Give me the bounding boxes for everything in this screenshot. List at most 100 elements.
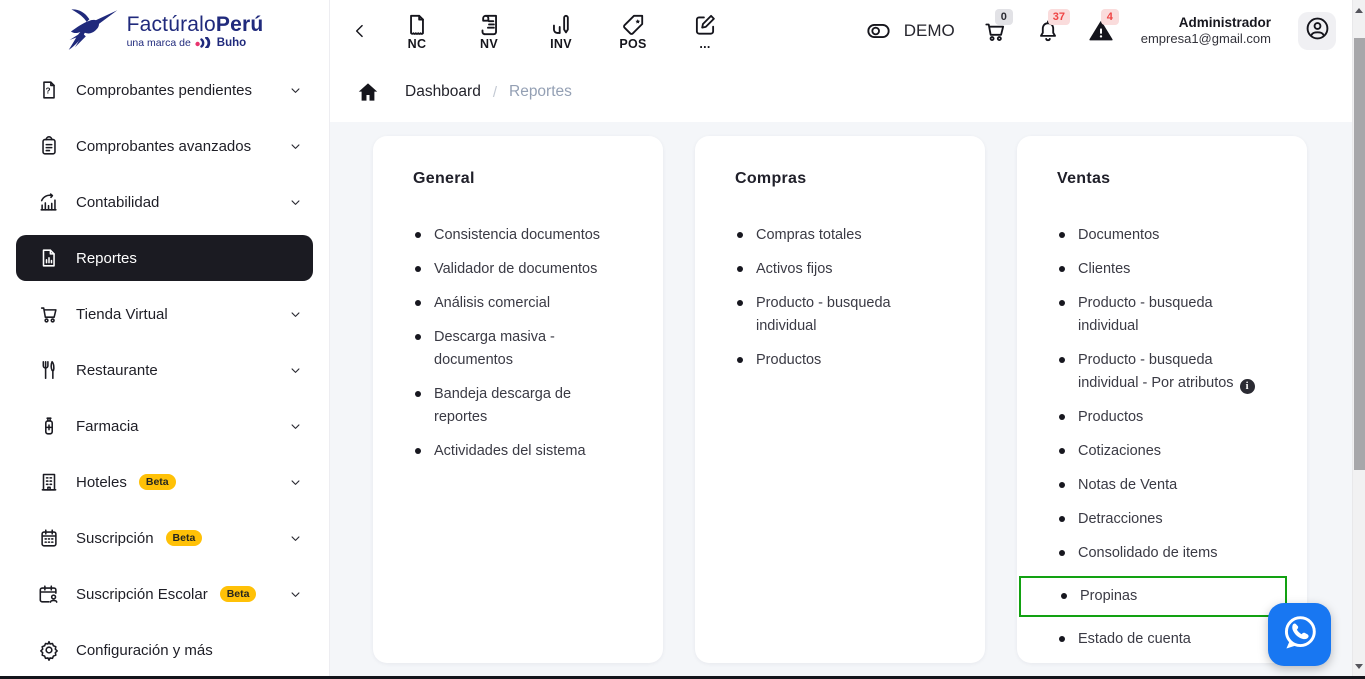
calendar-person-icon xyxy=(38,583,60,605)
breadcrumb-dashboard[interactable]: Dashboard xyxy=(405,83,481,101)
notifications-button[interactable]: 37 xyxy=(1035,9,1070,44)
sidebar-item-contabilidad[interactable]: Contabilidad xyxy=(0,174,329,230)
doc-shortcut-label: NV xyxy=(480,36,498,51)
report-link-descarga-masiva-documentos[interactable]: Descarga masiva - documentos xyxy=(413,326,623,372)
report-link-activos-fijos[interactable]: Activos fijos xyxy=(735,258,945,281)
report-link-list: Consistencia documentos Validador de docu… xyxy=(413,224,623,463)
report-link-producto-busqueda-individual[interactable]: Producto - busqueda individual xyxy=(1057,292,1267,338)
beta-badge: Beta xyxy=(219,586,257,602)
beta-badge: Beta xyxy=(138,474,176,490)
sidebar-item-farmacia[interactable]: Farmacia xyxy=(0,398,329,454)
sidebar-collapse-button[interactable] xyxy=(350,21,370,41)
user-avatar-button[interactable] xyxy=(1298,12,1336,50)
topbar: NC NV INV POS ... DEMO 0 37 4 Administra… xyxy=(330,0,1352,62)
more-documents-edit-icon xyxy=(692,12,718,38)
brand-logo[interactable]: FactúraloPerú una marca de Buho xyxy=(0,0,329,62)
sidebar-item-comprobantes-avanzados[interactable]: Comprobantes avanzados xyxy=(0,118,329,174)
report-link-estado-de-cuenta[interactable]: Estado de cuenta xyxy=(1057,628,1267,651)
doc-button-pos[interactable]: POS xyxy=(610,12,656,51)
chevron-down-icon xyxy=(288,419,303,434)
reports-content: General Consistencia documentos Validador… xyxy=(330,122,1352,676)
shopping-cart-icon xyxy=(38,303,60,325)
breadcrumb: Dashboard / Reportes xyxy=(330,62,1352,122)
hotel-icon xyxy=(38,471,60,493)
report-link-productos[interactable]: Productos xyxy=(1057,406,1267,429)
brand-tagline-name: Buho xyxy=(216,36,247,49)
brand-text: FactúraloPerú una marca de Buho xyxy=(126,12,264,49)
scroll-up-arrow[interactable] xyxy=(1353,3,1365,17)
calendar-icon xyxy=(38,527,60,549)
sidebar-item-hoteles[interactable]: Hoteles Beta xyxy=(0,454,329,510)
gear-icon xyxy=(38,639,60,661)
sidebar-item-suscripcion-escolar[interactable]: Suscripción Escolar Beta xyxy=(0,566,329,622)
pos-price-tag-icon xyxy=(620,12,646,38)
restaurant-icon xyxy=(38,359,60,381)
chevron-left-icon xyxy=(350,24,370,45)
warning-icon xyxy=(1088,21,1114,48)
report-card-general: General Consistencia documentos Validador… xyxy=(373,136,663,663)
chevron-down-icon xyxy=(288,587,303,602)
demo-mode-toggle[interactable]: DEMO xyxy=(863,18,955,44)
sidebar-item-label: Suscripción xyxy=(76,529,154,547)
sidebar-item-tienda-virtual[interactable]: Tienda Virtual xyxy=(0,286,329,342)
sidebar-item-label: Configuración y más xyxy=(76,641,213,659)
notifications-badge: 37 xyxy=(1047,9,1070,25)
home-button[interactable] xyxy=(355,79,381,105)
beta-badge: Beta xyxy=(165,530,203,546)
bell-icon xyxy=(1035,20,1061,48)
report-link-validador-de-documentos[interactable]: Validador de documentos xyxy=(413,258,623,281)
sidebar-item-label: Contabilidad xyxy=(76,193,160,211)
doc-button-nv[interactable]: NV xyxy=(466,12,512,51)
brand-name-bold: Perú xyxy=(215,12,264,36)
breadcrumb-separator: / xyxy=(492,83,497,101)
doc-shortcut-label: NC xyxy=(407,36,427,51)
report-link-detracciones[interactable]: Detracciones xyxy=(1057,508,1267,531)
alerts-button[interactable]: 4 xyxy=(1088,9,1119,44)
whatsapp-button[interactable] xyxy=(1268,603,1331,666)
brand-name: Factúralo xyxy=(126,12,216,36)
report-link-compras-totales[interactable]: Compras totales xyxy=(735,224,945,247)
sidebar-item-restaurante[interactable]: Restaurante xyxy=(0,342,329,398)
sidebar-item-configuracion-y-mas[interactable]: Configuración y más xyxy=(0,622,329,676)
sales-note-receipt-icon xyxy=(476,12,502,38)
report-link-notas-de-venta[interactable]: Notas de Venta xyxy=(1057,474,1267,497)
report-link-bandeja-descarga-de-reportes[interactable]: Bandeja descarga de reportes xyxy=(413,383,623,429)
app-window: FactúraloPerú una marca de Buho ? Compro… xyxy=(0,0,1365,679)
scroll-down-arrow[interactable] xyxy=(1353,659,1365,673)
vertical-scrollbar[interactable] xyxy=(1352,0,1365,676)
cart-icon xyxy=(982,23,1008,48)
report-link-consolidado-de-items[interactable]: Consolidado de items xyxy=(1057,542,1267,565)
sidebar-menu: ? Comprobantes pendientes Comprobantes a… xyxy=(0,62,329,676)
report-link-documentos[interactable]: Documentos xyxy=(1057,224,1267,247)
report-link-productos[interactable]: Productos xyxy=(735,349,945,372)
inventory-pen-icon xyxy=(548,12,574,38)
sidebar-item-label: Hoteles xyxy=(76,473,127,491)
sidebar-item-reportes[interactable]: Reportes xyxy=(16,235,313,281)
report-link-consistencia-documentos[interactable]: Consistencia documentos xyxy=(413,224,623,247)
sidebar-item-label: Farmacia xyxy=(76,417,139,435)
report-link-producto-busqueda-individual[interactable]: Producto - busqueda individual xyxy=(735,292,945,338)
doc-button-inv[interactable]: INV xyxy=(538,12,584,51)
doc-button-[interactable]: ... xyxy=(682,12,728,51)
sidebar-item-label: Restaurante xyxy=(76,361,158,379)
sidebar-item-suscripcion[interactable]: Suscripción Beta xyxy=(0,510,329,566)
chevron-down-icon xyxy=(288,139,303,154)
doc-button-nc[interactable]: NC xyxy=(394,12,440,51)
report-card-compras: Compras Compras totales Activos fijos Prod… xyxy=(695,136,985,663)
card-title: General xyxy=(413,170,475,187)
report-link-clientes[interactable]: Clientes xyxy=(1057,258,1267,281)
report-link-actividades-del-sistema[interactable]: Actividades del sistema xyxy=(413,440,623,463)
scrollbar-thumb[interactable] xyxy=(1354,38,1365,470)
report-link-cotizaciones[interactable]: Cotizaciones xyxy=(1057,440,1267,463)
cart-button[interactable]: 0 xyxy=(982,9,1013,44)
info-icon[interactable]: i xyxy=(1239,379,1255,394)
sidebar-item-comprobantes-pendientes[interactable]: ? Comprobantes pendientes xyxy=(0,62,329,118)
hummingbird-logo-icon xyxy=(66,7,120,55)
report-link-propinas[interactable]: Propinas xyxy=(1019,576,1287,617)
user-name: Administrador xyxy=(1178,14,1271,30)
sidebar-item-label: Tienda Virtual xyxy=(76,305,168,323)
report-link-analisis-comercial[interactable]: Análisis comercial xyxy=(413,292,623,315)
document-question-icon: ? xyxy=(38,79,60,101)
report-link-producto-busqueda-individual-por-atributos[interactable]: Producto - busqueda individual - Por atr… xyxy=(1057,349,1267,395)
card-title: Compras xyxy=(735,170,807,187)
